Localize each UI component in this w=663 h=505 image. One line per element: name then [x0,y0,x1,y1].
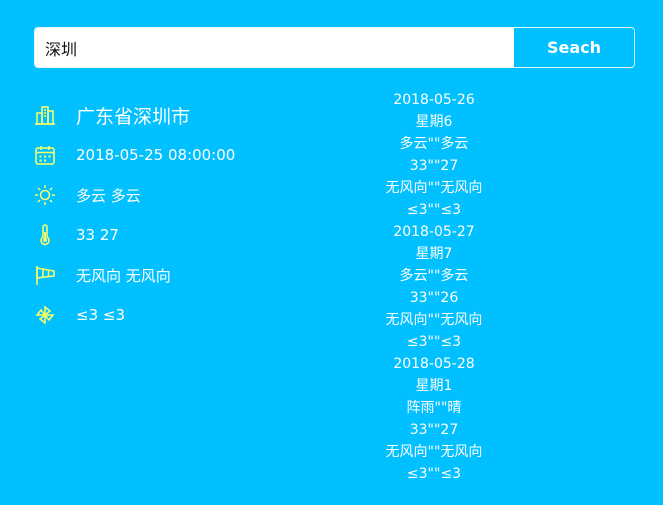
current-weather-row: 多云 多云 [34,175,354,215]
forecast-day-1-power: ≤3""≤3 [406,202,462,218]
current-wind-direction: 无风向 无风向 [76,266,171,285]
forecast-day-3-power: ≤3""≤3 [406,466,462,482]
city-buildings-icon [34,104,56,126]
current-weather-text: 多云 多云 [76,186,141,205]
current-datetime: 2018-05-25 08:00:00 [76,146,236,164]
calendar-icon [34,144,56,166]
current-wind-direction-row: 无风向 无风向 [34,255,354,295]
forecast-day-3-wind: 无风向""无风向 [385,444,483,460]
forecast-day-1-temp: 33""27 [409,158,459,174]
search-button[interactable]: Seach [514,28,634,67]
current-wind-power: ≤3 ≤3 [76,306,125,324]
forecast-day-1-date: 2018-05-26 [393,92,475,108]
forecast-day-1-weather: 多云""多云 [399,136,469,152]
forecast-day-2-power: ≤3""≤3 [406,334,462,350]
current-datetime-row: 2018-05-25 08:00:00 [34,135,354,175]
search-bar: Seach [34,27,635,68]
windsock-icon [34,264,56,286]
pinwheel-icon [34,304,56,326]
forecast-day-1-week: 星期6 [415,114,453,130]
forecast-day-2-date: 2018-05-27 [393,224,475,240]
forecast-day-3-temp: 33""27 [409,422,459,438]
forecast-day-2-temp: 33""26 [409,290,459,306]
forecast-day-3-date: 2018-05-28 [393,356,475,372]
forecast-day-1-wind: 无风向""无风向 [385,180,483,196]
current-wind-power-row: ≤3 ≤3 [34,295,354,335]
sun-icon [34,184,56,206]
forecast-day-2-wind: 无风向""无风向 [385,312,483,328]
city-name: 广东省深圳市 [76,105,191,128]
thermometer-icon [34,224,56,246]
forecast-list: 2018-05-26 星期6 多云""多云 33""27 无风向""无风向 ≤3… [354,89,514,485]
forecast-day-3-week: 星期1 [415,378,453,394]
current-weather: 广东省深圳市 2018-05-25 08:00:00 多云 多云 33 27 无… [34,95,354,335]
current-city-row: 广东省深圳市 [34,95,354,135]
forecast-day-2-weather: 多云""多云 [399,268,469,284]
forecast-day-3-weather: 阵雨""晴 [406,400,462,416]
search-input[interactable] [35,28,514,67]
current-temperature-row: 33 27 [34,215,354,255]
forecast-day-2-week: 星期7 [415,246,453,262]
current-temperature: 33 27 [76,226,119,244]
